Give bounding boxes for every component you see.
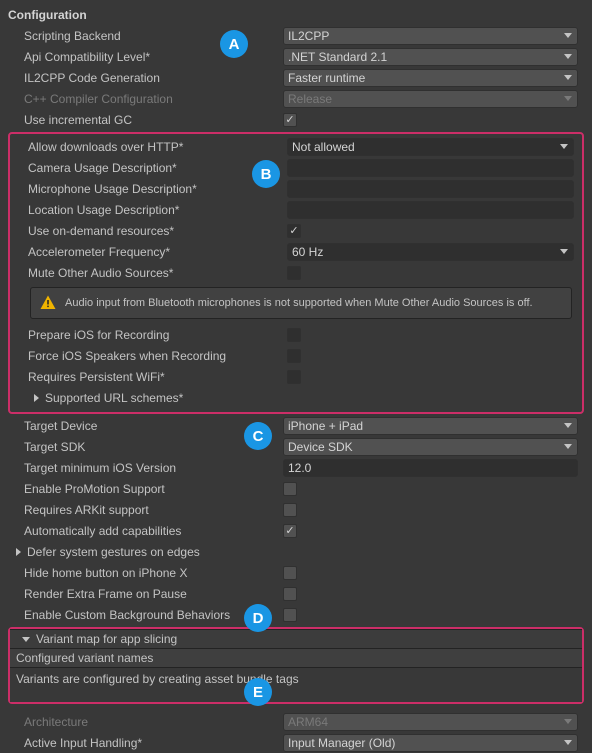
arkit-label: Requires ARKit support [8,503,283,517]
target-device-label: Target Device [8,419,283,433]
highlight-box-b: Allow downloads over HTTP* Not allowed C… [8,132,584,414]
promotion-checkbox[interactable] [283,482,297,496]
annotation-badge-c: C [244,422,272,450]
annotation-badge-a: A [220,30,248,58]
section-title: Configuration [8,8,584,22]
input-handling-label: Active Input Handling* [8,736,283,750]
chevron-down-icon [564,444,572,449]
hide-home-label: Hide home button on iPhone X [8,566,283,580]
annotation-badge-e: E [244,678,272,706]
chevron-down-icon [564,719,572,724]
chevron-right-icon [16,548,21,556]
defer-gestures-foldout[interactable]: Defer system gestures on edges [8,545,283,559]
variant-desc: Variants are configured by creating asse… [10,668,582,702]
ondemand-label: Use on-demand resources* [12,224,287,238]
promotion-label: Enable ProMotion Support [8,482,283,496]
arkit-checkbox[interactable] [283,503,297,517]
api-compat-dropdown[interactable]: .NET Standard 2.1 [283,48,578,66]
custom-bg-label: Enable Custom Background Behaviors [8,608,283,622]
location-desc-label: Location Usage Description* [12,203,287,217]
mic-desc-input[interactable] [287,180,574,198]
camera-desc-input[interactable] [287,159,574,177]
incremental-gc-checkbox[interactable] [283,113,297,127]
cpp-compiler-dropdown: Release [283,90,578,108]
prepare-rec-label: Prepare iOS for Recording [12,328,287,342]
render-extra-checkbox[interactable] [283,587,297,601]
allow-http-dropdown[interactable]: Not allowed [287,138,574,156]
force-speakers-label: Force iOS Speakers when Recording [12,349,287,363]
force-speakers-checkbox[interactable] [287,349,301,363]
annotation-badge-b: B [252,160,280,188]
chevron-down-icon [564,96,572,101]
variant-map-foldout[interactable]: Variant map for app slicing [10,629,582,649]
architecture-dropdown: ARM64 [283,713,578,731]
chevron-down-icon [560,249,568,254]
incremental-gc-label: Use incremental GC [8,113,283,127]
target-sdk-label: Target SDK [8,440,283,454]
scripting-backend-dropdown[interactable]: IL2CPP [283,27,578,45]
camera-desc-label: Camera Usage Description* [12,161,287,175]
allow-http-label: Allow downloads over HTTP* [12,140,287,154]
chevron-down-icon [564,740,572,745]
il2cpp-codegen-dropdown[interactable]: Faster runtime [283,69,578,87]
prepare-rec-checkbox[interactable] [287,328,301,342]
mute-other-label: Mute Other Audio Sources* [12,266,287,280]
chevron-down-icon [564,75,572,80]
target-sdk-dropdown[interactable]: Device SDK [283,438,578,456]
custom-bg-checkbox[interactable] [283,608,297,622]
target-device-dropdown[interactable]: iPhone + iPad [283,417,578,435]
persistent-wifi-label: Requires Persistent WiFi* [12,370,287,384]
input-handling-dropdown[interactable]: Input Manager (Old) [283,734,578,752]
location-desc-input[interactable] [287,201,574,219]
chevron-down-icon [22,637,30,642]
bluetooth-warning: Audio input from Bluetooth microphones i… [30,287,572,319]
chevron-right-icon [34,394,39,402]
chevron-down-icon [564,33,572,38]
highlight-box-d: Variant map for app slicing Configured v… [8,627,584,704]
autocaps-label: Automatically add capabilities [8,524,283,538]
ondemand-checkbox[interactable] [287,224,301,238]
annotation-badge-d: D [244,604,272,632]
autocaps-checkbox[interactable] [283,524,297,538]
persistent-wifi-checkbox[interactable] [287,370,301,384]
min-ios-label: Target minimum iOS Version [8,461,283,475]
chevron-down-icon [564,423,572,428]
mute-other-checkbox[interactable] [287,266,301,280]
min-ios-input[interactable] [283,459,578,477]
configured-variant-names: Configured variant names [10,649,582,668]
il2cpp-codegen-label: IL2CPP Code Generation [8,71,283,85]
warning-icon [39,294,57,312]
mic-desc-label: Microphone Usage Description* [12,182,287,196]
accel-freq-dropdown[interactable]: 60 Hz [287,243,574,261]
architecture-label: Architecture [8,715,283,729]
url-schemes-foldout[interactable]: Supported URL schemes* [12,391,287,405]
chevron-down-icon [564,54,572,59]
chevron-down-icon [560,144,568,149]
render-extra-label: Render Extra Frame on Pause [8,587,283,601]
cpp-compiler-label: C++ Compiler Configuration [8,92,283,106]
accel-freq-label: Accelerometer Frequency* [12,245,287,259]
hide-home-checkbox[interactable] [283,566,297,580]
